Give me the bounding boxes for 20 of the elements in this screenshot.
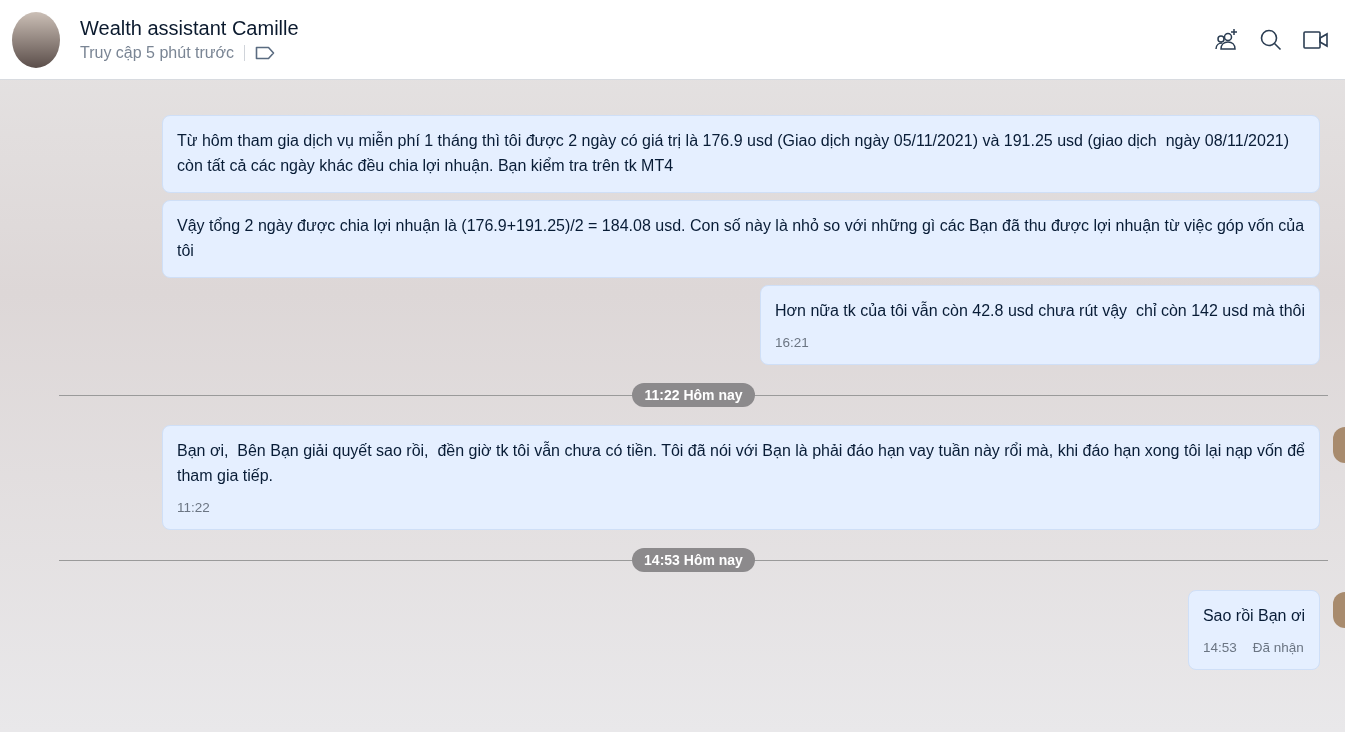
message-time: 16:21 xyxy=(775,335,809,350)
message-text: Bạn ơi, Bên Bạn giải quyết sao rồi, đền giờ tk tôi vẫn chưa có tiền. Tôi đã nói với Bạn là phải đáo hạn vay tuần này rổi mà, khi đáo hạn xong tôi lại nạp vốn để tham gia tiếp. xyxy=(177,440,1305,486)
date-divider-label: 11:22 Hôm nay xyxy=(632,383,755,407)
delivery-status: Đã nhận xyxy=(1252,640,1304,655)
last-seen-status: Truy cập 5 phút trước xyxy=(80,44,234,62)
add-people-icon[interactable] xyxy=(1213,27,1239,52)
message-time: 11:22 xyxy=(177,500,210,515)
date-divider-label: 14:53 Hôm nay xyxy=(632,548,755,572)
message-text: Từ hôm tham gia dịch vụ miễn phí 1 tháng thì tôi được 2 ngày có giá trị là 176.9 usd (Giao dịch ngày 05/11/2021) và 191.25 usd (giao dịch ngày 08/11/2021) còn tất cả các ngày khác đều chia lợi nhuận. Bạn kiểm tra trên tk MT4 xyxy=(177,130,1290,176)
message-text: Sao rồi Bạn ơi xyxy=(1202,606,1305,626)
video-camera-icon[interactable] xyxy=(1303,29,1329,50)
search-icon[interactable] xyxy=(1259,27,1283,52)
avatar-placeholder xyxy=(1333,592,1345,628)
avatar-placeholder xyxy=(1333,427,1345,463)
contact-name: Wealth assistant Camille xyxy=(80,17,300,40)
message-text: Vậy tổng 2 ngày được chia lợi nhuận là (176.9+191.25)/2 = 184.08 usd. Con số này là nhỏ so với những gì các Bạn đã thu được lợi nhuận từ việc góp vốn của tôi xyxy=(177,216,1305,261)
message-time: 14:53 xyxy=(1202,640,1237,655)
message-text: Hơn nữa tk của tôi vẫn còn 42.8 usd chưa rút vậy chỉ còn 142 usd mà thôi xyxy=(775,300,1305,321)
avatar-photo-placeholder xyxy=(12,11,60,68)
tag-icon[interactable] xyxy=(255,46,275,60)
